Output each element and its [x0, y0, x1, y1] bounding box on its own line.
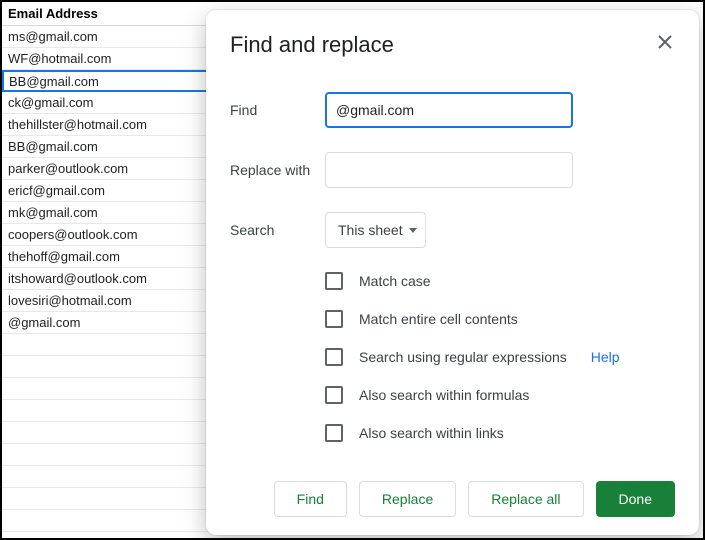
find-replace-dialog: Find and replace Find Replace with Searc… — [206, 10, 699, 535]
cell[interactable]: BB@gmail.com — [2, 70, 212, 92]
close-button[interactable] — [655, 32, 675, 52]
search-scope-dropdown[interactable]: This sheet — [325, 212, 426, 248]
cell-empty[interactable] — [2, 400, 212, 422]
cell[interactable]: ms@gmail.com — [2, 26, 212, 48]
done-button[interactable]: Done — [596, 481, 675, 517]
match-entire-label: Match entire cell contents — [359, 311, 518, 327]
cell[interactable]: parker@outlook.com — [2, 158, 212, 180]
replace-all-button[interactable]: Replace all — [468, 481, 583, 517]
find-input[interactable] — [325, 92, 573, 128]
cell[interactable]: thehillster@hotmail.com — [2, 114, 212, 136]
regex-help-link[interactable]: Help — [591, 349, 620, 365]
dialog-title: Find and replace — [230, 32, 394, 58]
links-label: Also search within links — [359, 425, 504, 441]
cell-empty[interactable] — [2, 444, 212, 466]
cell[interactable]: BB@gmail.com — [2, 136, 212, 158]
spreadsheet-column: Email Address ms@gmail.comWF@hotmail.com… — [2, 2, 212, 532]
cell[interactable]: ericf@gmail.com — [2, 180, 212, 202]
search-scope-value: This sheet — [338, 222, 403, 238]
cell[interactable]: thehoff@gmail.com — [2, 246, 212, 268]
cell[interactable]: ck@gmail.com — [2, 92, 212, 114]
regex-label: Search using regular expressions — [359, 349, 567, 365]
cell[interactable]: @gmail.com — [2, 312, 212, 334]
chevron-down-icon — [409, 228, 417, 233]
formulas-label: Also search within formulas — [359, 387, 529, 403]
cell-empty[interactable] — [2, 510, 212, 532]
checkbox-icon — [325, 272, 343, 290]
match-case-label: Match case — [359, 273, 431, 289]
search-label: Search — [230, 222, 325, 238]
find-label: Find — [230, 102, 325, 118]
cell-empty[interactable] — [2, 488, 212, 510]
replace-label: Replace with — [230, 162, 325, 178]
close-icon — [658, 35, 672, 49]
cell-empty[interactable] — [2, 466, 212, 488]
cell-empty[interactable] — [2, 378, 212, 400]
checkbox-icon — [325, 310, 343, 328]
cell[interactable]: coopers@outlook.com — [2, 224, 212, 246]
links-option[interactable]: Also search within links — [325, 424, 675, 442]
cell[interactable]: WF@hotmail.com — [2, 48, 212, 70]
regex-option[interactable]: Search using regular expressions Help — [325, 348, 675, 366]
column-header[interactable]: Email Address — [2, 2, 212, 26]
match-entire-option[interactable]: Match entire cell contents — [325, 310, 675, 328]
cell-empty[interactable] — [2, 356, 212, 378]
replace-input[interactable] — [325, 152, 573, 188]
checkbox-icon — [325, 348, 343, 366]
cell[interactable]: itshoward@outlook.com — [2, 268, 212, 290]
match-case-option[interactable]: Match case — [325, 272, 675, 290]
cell[interactable]: mk@gmail.com — [2, 202, 212, 224]
cell-empty[interactable] — [2, 334, 212, 356]
checkbox-icon — [325, 424, 343, 442]
replace-button[interactable]: Replace — [359, 481, 456, 517]
checkbox-icon — [325, 386, 343, 404]
find-button[interactable]: Find — [274, 481, 347, 517]
cell[interactable]: lovesiri@hotmail.com — [2, 290, 212, 312]
cell-empty[interactable] — [2, 422, 212, 444]
formulas-option[interactable]: Also search within formulas — [325, 386, 675, 404]
